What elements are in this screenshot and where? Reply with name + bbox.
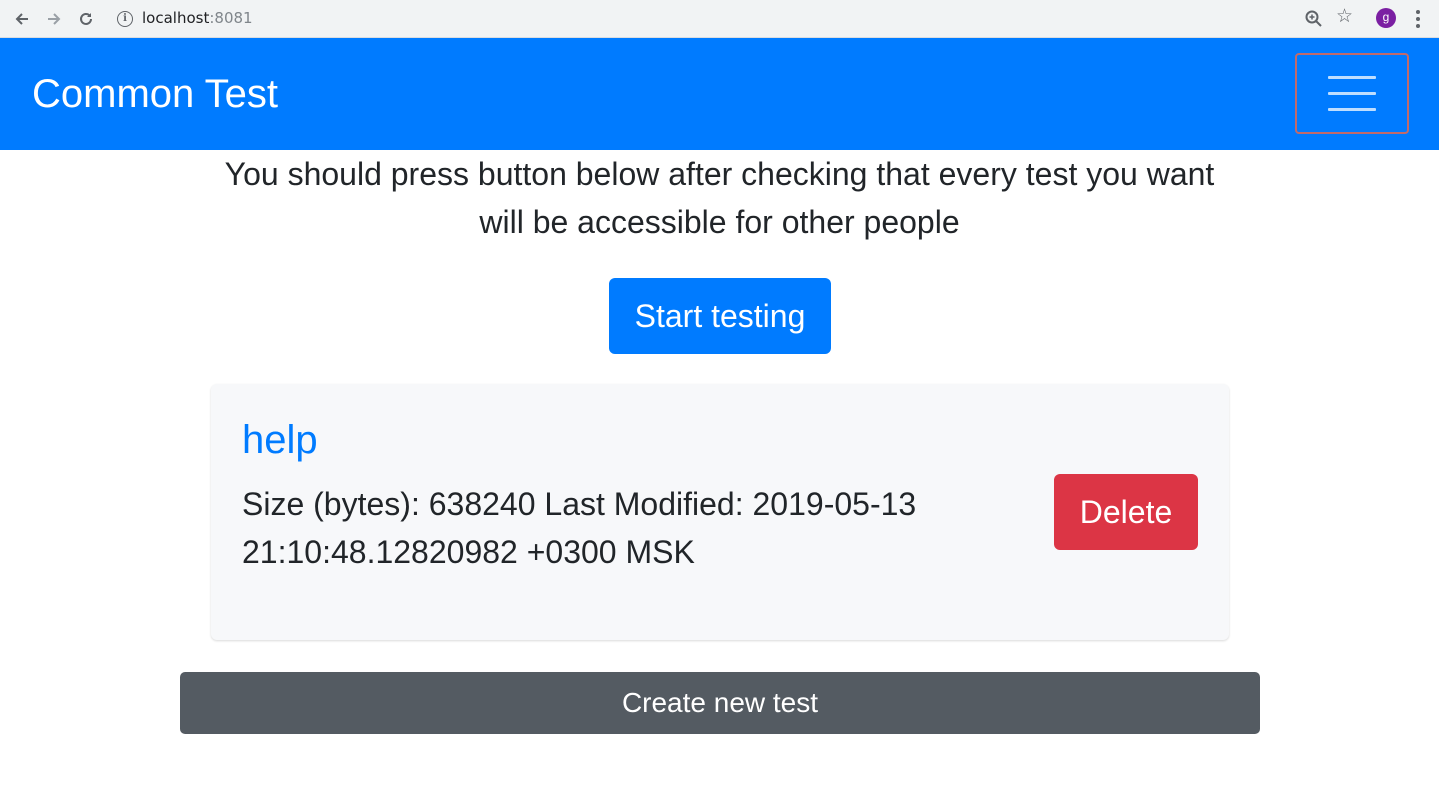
delete-test-button[interactable]: Delete — [1054, 474, 1198, 550]
start-testing-button[interactable]: Start testing — [609, 278, 831, 354]
address-bar[interactable]: localhost:8081 — [142, 9, 253, 27]
browser-toolbar: i localhost:8081 ☆ g — [0, 0, 1439, 38]
info-icon[interactable]: i — [117, 11, 133, 27]
back-arrow-icon[interactable] — [10, 7, 34, 31]
instruction-text: You should press button below after chec… — [224, 156, 1215, 240]
profile-avatar[interactable]: g — [1376, 8, 1396, 28]
hamburger-icon-line — [1328, 108, 1376, 111]
navbar-brand[interactable]: Common Test — [32, 70, 278, 118]
reload-icon[interactable] — [74, 7, 98, 31]
hamburger-icon-line — [1328, 92, 1376, 95]
test-card: help Size (bytes): 638240 Last Modified:… — [211, 384, 1229, 640]
hamburger-icon-line — [1328, 76, 1376, 79]
create-new-test-button[interactable]: Create new test — [180, 672, 1260, 734]
zoom-icon[interactable] — [1303, 8, 1325, 30]
test-title-link[interactable]: help — [242, 418, 318, 462]
navbar: Common Test — [0, 38, 1439, 150]
forward-arrow-icon[interactable] — [42, 7, 66, 31]
browser-menu-icon[interactable] — [1410, 7, 1426, 31]
bookmark-star-icon[interactable]: ☆ — [1336, 5, 1353, 28]
navbar-toggler-button[interactable] — [1295, 53, 1409, 134]
test-metadata: Size (bytes): 638240 Last Modified: 2019… — [242, 486, 917, 570]
url-port: :8081 — [209, 9, 253, 27]
url-host: localhost — [142, 9, 210, 27]
